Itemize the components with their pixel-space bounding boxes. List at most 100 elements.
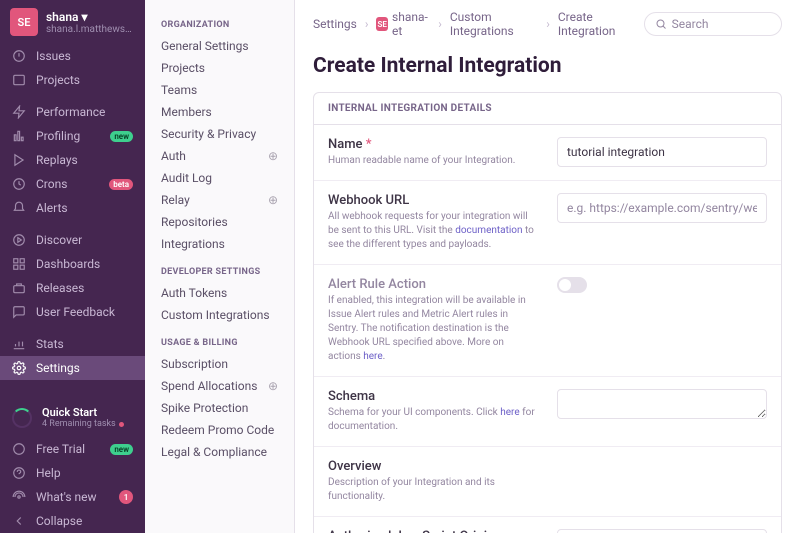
field-label: Alert Rule Action: [328, 277, 539, 292]
primary-sidebar: SE shana▾ shana.l.matthews@.. Issues Pro…: [0, 0, 145, 533]
settings-item-legal[interactable]: Legal & Compliance: [145, 441, 294, 463]
settings-item-projects[interactable]: Projects: [145, 57, 294, 79]
releases-icon: [12, 281, 26, 295]
chevron-left-icon: [12, 514, 26, 528]
user-menu[interactable]: SE shana▾ shana.l.matthews@..: [0, 0, 145, 44]
discover-icon: [12, 233, 26, 247]
settings-item-spike[interactable]: Spike Protection: [145, 397, 294, 419]
field-name: Name * Human readable name of your Integ…: [314, 125, 781, 181]
new-badge: new: [110, 131, 133, 142]
quick-start[interactable]: Quick Start 4 Remaining tasks: [0, 398, 145, 437]
settings-label: Legal & Compliance: [161, 445, 267, 459]
nav-label: Alerts: [36, 201, 68, 215]
settings-item-teams[interactable]: Teams: [145, 79, 294, 101]
field-origins: Authorized JavaScript Origins Separate m…: [314, 517, 781, 533]
name-input[interactable]: [557, 137, 767, 167]
settings-item-integrations[interactable]: Integrations: [145, 233, 294, 255]
nav-user-feedback[interactable]: User Feedback: [0, 300, 145, 324]
nav-profiling[interactable]: Profiling new: [0, 124, 145, 148]
breadcrumb-create[interactable]: Create Integration: [558, 10, 636, 38]
nav-performance[interactable]: Performance: [0, 100, 145, 124]
breadcrumb-label: shana-et: [392, 10, 430, 38]
doc-link[interactable]: here: [363, 351, 382, 362]
settings-label: Integrations: [161, 237, 225, 251]
field-label: Webhook URL: [328, 193, 539, 208]
settings-label: Relay: [161, 193, 190, 207]
breadcrumb-org[interactable]: SEshana-et: [376, 10, 430, 38]
doc-link[interactable]: here: [500, 407, 519, 418]
nav-label: Projects: [36, 73, 80, 87]
external-icon: ⊕: [268, 149, 278, 163]
new-badge: new: [110, 444, 133, 455]
webhook-input[interactable]: [557, 193, 767, 223]
settings-item-repositories[interactable]: Repositories: [145, 211, 294, 233]
field-help: Description of your Integration and its …: [328, 476, 539, 504]
chevron-right-icon: ›: [546, 17, 550, 31]
settings-item-relay[interactable]: Relay⊕: [145, 189, 294, 211]
settings-heading-dev: DEVELOPER SETTINGS: [145, 255, 294, 282]
external-icon: ⊕: [268, 379, 278, 393]
quick-start-sub: 4 Remaining tasks: [42, 419, 116, 429]
settings-item-auth[interactable]: Auth ⊕: [145, 145, 294, 167]
required-icon: *: [366, 137, 372, 152]
breadcrumb-settings[interactable]: Settings: [313, 17, 357, 31]
settings-item-auth-tokens[interactable]: Auth Tokens: [145, 282, 294, 304]
nav-label: Releases: [36, 281, 84, 295]
nav-alerts[interactable]: Alerts: [0, 196, 145, 220]
settings-item-members[interactable]: Members: [145, 101, 294, 123]
nav-settings[interactable]: Settings: [0, 356, 145, 380]
nav-whats-new[interactable]: What's new 1: [0, 485, 145, 509]
settings-label: Auth: [161, 149, 186, 163]
doc-link[interactable]: documentation: [455, 225, 522, 236]
breadcrumb-custom[interactable]: Custom Integrations: [450, 10, 538, 38]
nav-label: Stats: [36, 337, 64, 351]
nav-collapse[interactable]: Collapse: [0, 509, 145, 533]
chevron-right-icon: ›: [438, 17, 442, 31]
nav-crons[interactable]: Cronsbeta: [0, 172, 145, 196]
nav-free-trial[interactable]: Free Trial new: [0, 437, 145, 461]
page-title: Create Internal Integration: [313, 54, 782, 78]
schema-input[interactable]: [557, 389, 767, 419]
nav-stats[interactable]: Stats: [0, 332, 145, 356]
nav-label: Issues: [36, 49, 71, 63]
trial-icon: [12, 442, 26, 456]
nav-releases[interactable]: Releases: [0, 276, 145, 300]
settings-item-security[interactable]: Security & Privacy: [145, 123, 294, 145]
nav-discover[interactable]: Discover: [0, 228, 145, 252]
gear-icon: [12, 361, 26, 375]
count-badge: 1: [119, 490, 133, 504]
crons-icon: [12, 177, 26, 191]
field-schema: Schema Schema for your UI components. Cl…: [314, 377, 781, 447]
settings-item-general[interactable]: General Settings: [145, 35, 294, 57]
settings-item-audit-log[interactable]: Audit Log: [145, 167, 294, 189]
nav-issues[interactable]: Issues: [0, 44, 145, 68]
settings-item-subscription[interactable]: Subscription: [145, 353, 294, 375]
nav-dashboards[interactable]: Dashboards: [0, 252, 145, 276]
settings-item-promo[interactable]: Redeem Promo Code: [145, 419, 294, 441]
dashboards-icon: [12, 257, 26, 271]
settings-label: Projects: [161, 61, 205, 75]
nav-help[interactable]: Help: [0, 461, 145, 485]
settings-label: Audit Log: [161, 171, 212, 185]
panel-heading: INTERNAL INTEGRATION DETAILS: [314, 93, 781, 125]
stats-icon: [12, 337, 26, 351]
search-placeholder: Search: [672, 17, 709, 31]
topbar: Settings › SEshana-et › Custom Integrati…: [295, 0, 800, 48]
alert-toggle[interactable]: [557, 277, 587, 293]
settings-item-spend[interactable]: Spend Allocations⊕: [145, 375, 294, 397]
search-box[interactable]: Search: [644, 12, 782, 36]
issues-icon: [12, 49, 26, 63]
profiling-icon: [12, 129, 26, 143]
search-icon: [655, 18, 667, 30]
alert-dot-icon: [119, 422, 124, 427]
origins-input[interactable]: [557, 529, 767, 533]
nav-label: Profiling: [36, 129, 80, 143]
nav-label: Free Trial: [36, 442, 85, 456]
nav-label: What's new: [36, 490, 97, 504]
beta-badge: beta: [109, 179, 133, 190]
settings-label: Spike Protection: [161, 401, 248, 415]
settings-label: Redeem Promo Code: [161, 423, 274, 437]
settings-item-custom-integrations[interactable]: Custom Integrations: [145, 304, 294, 326]
nav-replays[interactable]: Replays: [0, 148, 145, 172]
nav-projects[interactable]: Projects: [0, 68, 145, 92]
